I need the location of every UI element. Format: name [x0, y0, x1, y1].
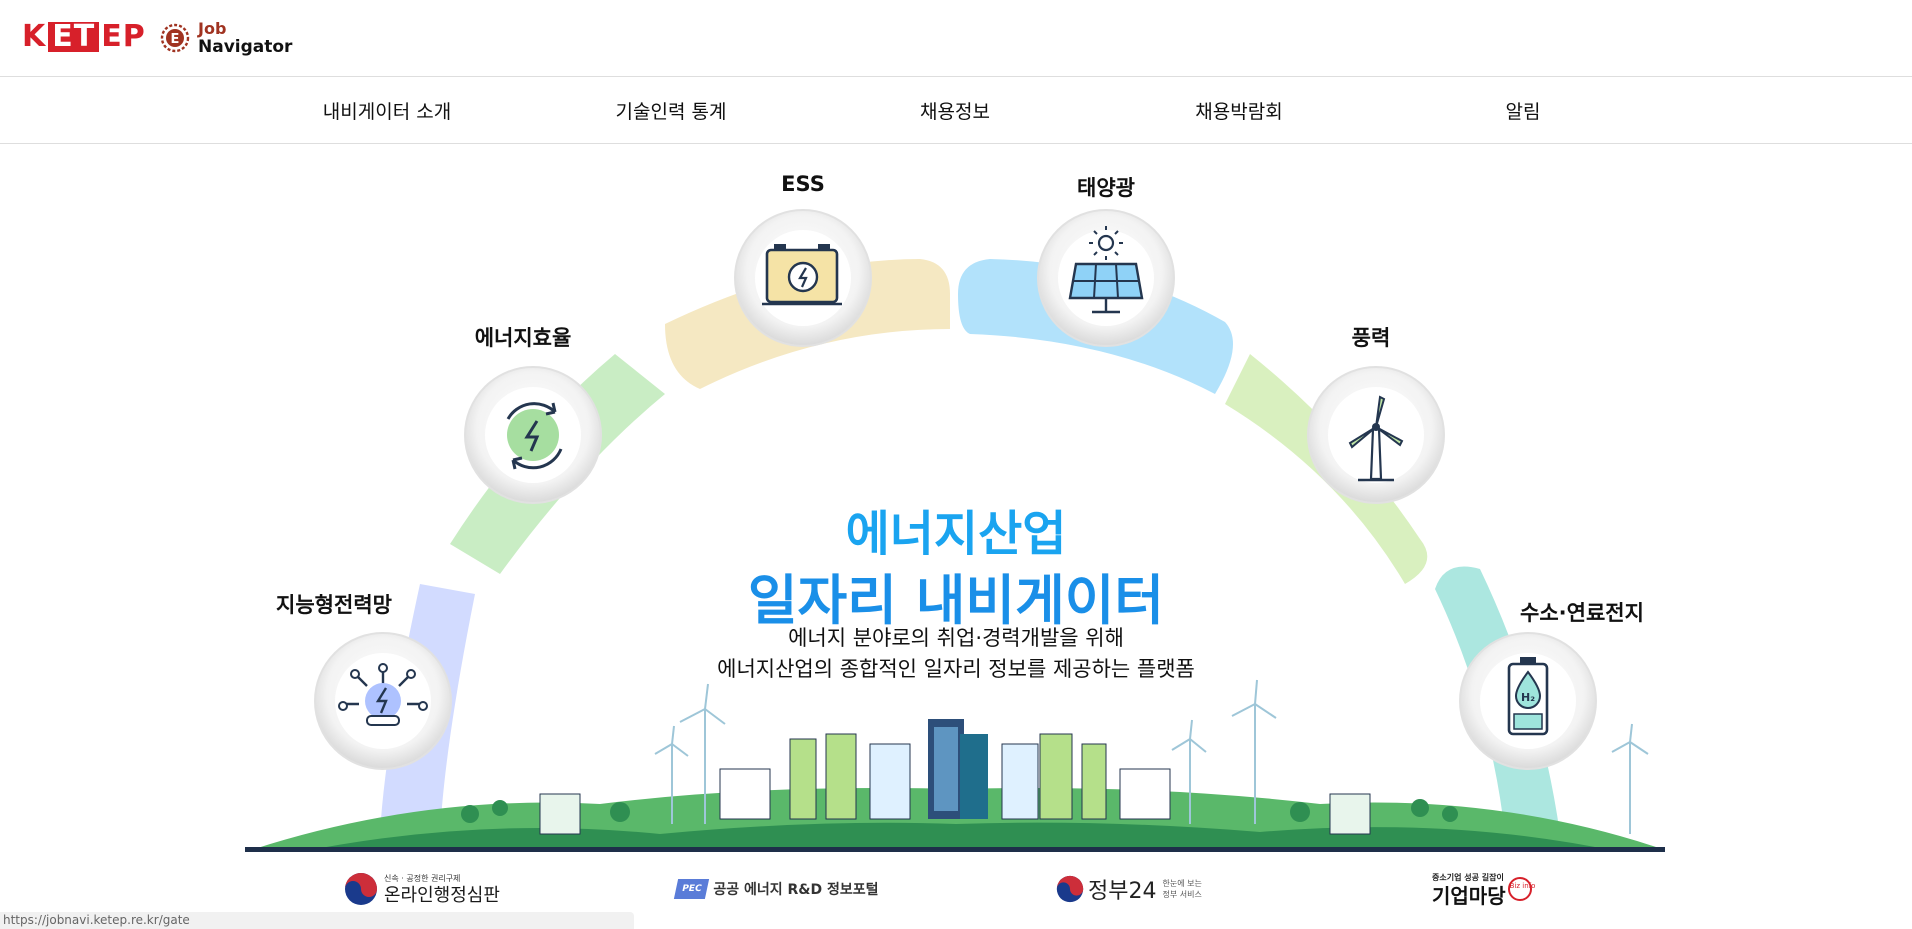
city-illustration — [245, 679, 1665, 852]
job-navigator-logo-line1: Job — [198, 19, 227, 38]
hero-subtitle-line2: 에너지산업의 종합적인 일자리 정보를 제공하는 플랫폼 — [717, 657, 1195, 681]
partner-logo-bizinfo[interactable]: 중소기업 성공 길잡이 기업마당 Biz info — [1432, 866, 1535, 912]
ess-battery-icon[interactable] — [734, 209, 872, 347]
partner-logo-bizinfo-tagline: 중소기업 성공 길잡이 — [1432, 873, 1504, 882]
partner-logo-online-appeal[interactable]: 신속 · 공정한 권리구제 온라인행정심판 — [344, 866, 500, 912]
category-solar[interactable]: 태양광 — [1077, 172, 1135, 202]
partner-logo-gov24-tagline1: 한눈에 보는 — [1162, 879, 1202, 888]
partner-logo-gov24[interactable]: 정부24 한눈에 보는 정부 서비스 — [1056, 866, 1202, 912]
partner-logo-rnd-portal-badge: PEC — [673, 879, 710, 899]
nav-item-jobs[interactable]: 채용정보 — [920, 97, 990, 124]
status-bar-url: https://jobnavi.ketep.re.kr/gate — [0, 912, 634, 929]
category-ess[interactable]: ESS — [781, 172, 825, 196]
main-nav: 내비게이터 소개 기술인력 통계 채용정보 채용박람회 알림 — [0, 77, 1912, 144]
wind-turbine-icon[interactable] — [1307, 366, 1445, 504]
energy-efficiency-icon[interactable] — [464, 366, 602, 504]
site-header: K ET EP E Job Navigator — [0, 0, 1912, 77]
nav-item-intro[interactable]: 내비게이터 소개 — [323, 97, 451, 124]
svg-text:H₂: H₂ — [1521, 691, 1535, 704]
taegeuk-icon — [345, 873, 377, 905]
nav-item-statistics[interactable]: 기술인력 통계 — [616, 97, 727, 124]
hero-title-line1: 에너지산업 — [845, 506, 1067, 562]
ketep-logo[interactable]: K ET EP — [22, 20, 146, 54]
partner-logo-online-appeal-tagline: 신속 · 공정한 권리구제 — [384, 874, 461, 883]
category-smart-grid[interactable]: 지능형전력망 — [276, 589, 392, 619]
hero-subtitle-line1: 에너지 분야로의 취업·경력개발을 위해 — [788, 626, 1124, 650]
partner-logo-gov24-name: 정부24 — [1088, 879, 1157, 904]
category-hydrogen[interactable]: 수소·연료전지 — [1520, 597, 1644, 627]
taegeuk-icon — [1056, 875, 1084, 903]
partner-logo-online-appeal-name: 온라인행정심판 — [384, 885, 500, 906]
partner-logo-bizinfo-name: 기업마당 — [1432, 884, 1506, 908]
category-energy-efficiency[interactable]: 에너지효율 — [475, 322, 572, 352]
svg-text:E: E — [171, 32, 180, 47]
navigator-compass-icon: E — [160, 23, 190, 53]
smart-grid-icon[interactable] — [314, 632, 452, 770]
job-navigator-logo-line2: Navigator — [198, 37, 293, 57]
category-wind[interactable]: 풍력 — [1352, 322, 1391, 352]
hero-section: H₂ 지능형전력망 에너지효율 ESS 태양광 풍력 수소·연료전지 에너지산업… — [0, 144, 1912, 864]
partner-logo-rnd-portal[interactable]: PEC 공공 에너지 R&D 정보포털 — [673, 866, 879, 912]
nav-item-job-fair[interactable]: 채용박람회 — [1195, 97, 1282, 124]
partner-logo-rnd-portal-name: 공공 에너지 R&D 정보포털 — [713, 882, 879, 898]
partner-logos: 신속 · 공정한 권리구제 온라인행정심판 PEC 공공 에너지 R&D 정보포… — [0, 866, 1912, 916]
hydrogen-fuel-cell-icon[interactable]: H₂ — [1459, 632, 1597, 770]
solar-panel-icon[interactable] — [1037, 209, 1175, 347]
job-navigator-logo[interactable]: E Job Navigator — [158, 18, 292, 58]
partner-logo-gov24-tagline2: 정부 서비스 — [1162, 890, 1202, 899]
nav-item-notice[interactable]: 알림 — [1506, 97, 1541, 124]
ketep-logo-text: K ET EP — [22, 19, 146, 54]
bizinfo-magnifier-icon: Biz info — [1507, 877, 1535, 901]
